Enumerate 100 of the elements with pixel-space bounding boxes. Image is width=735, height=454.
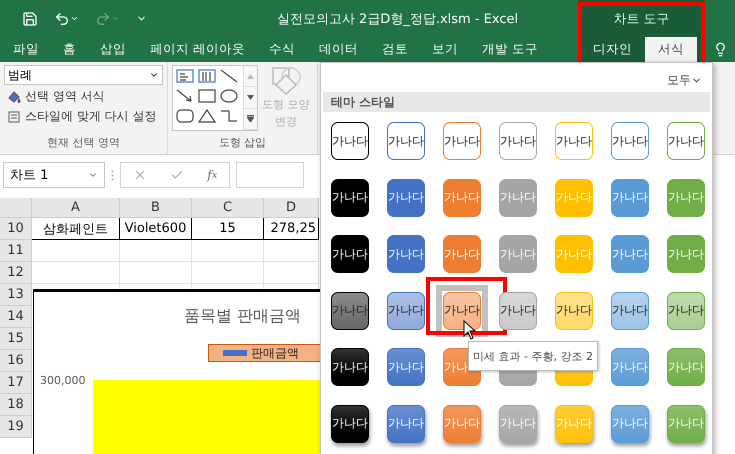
oval-icon[interactable] [219, 88, 239, 104]
style-option[interactable]: 가나다 [492, 284, 544, 336]
ribbon-tab[interactable]: 수식 [258, 37, 306, 62]
shape-style-swatch: 가나다 [499, 404, 537, 442]
column-header[interactable]: D [264, 198, 319, 218]
ribbon-tab[interactable]: 서식 [645, 37, 697, 62]
group-label: 도형 삽입 [218, 135, 266, 151]
up-arrow-icon [247, 74, 254, 79]
rounded-rectangle-icon[interactable] [175, 108, 195, 124]
ribbon-tab[interactable]: 디자인 [580, 37, 645, 62]
shape-style-swatch: 가나다 [387, 348, 425, 386]
row-header[interactable]: 19 [0, 416, 32, 438]
expand-icon [247, 115, 254, 122]
ribbon-tab[interactable]: 개발 도구 [470, 37, 549, 62]
style-option[interactable]: 가나다 [380, 341, 432, 393]
style-option[interactable]: 가나다 [324, 284, 376, 336]
shape-style-swatch: 가나다 [387, 122, 425, 160]
ribbon-tab[interactable]: 페이지 레이아웃 [139, 37, 256, 62]
shape-style-swatch: 가나다 [387, 235, 425, 273]
style-option[interactable]: 가나다 [548, 115, 600, 167]
format-selection-button[interactable]: 선택 영역 서식 [4, 88, 163, 105]
drag-handle-icon[interactable] [111, 170, 114, 180]
style-option[interactable]: 가나다 [604, 115, 656, 167]
triangle-icon[interactable] [197, 108, 217, 124]
shape-style-swatch: 가나다 [555, 235, 593, 273]
table-cell: Violet600 [120, 218, 192, 240]
empty-cell [120, 240, 192, 262]
row-header[interactable]: 15 [0, 328, 32, 350]
chart-legend[interactable]: 판매금액 [208, 344, 321, 362]
scroll-down-button[interactable] [244, 87, 257, 109]
style-option[interactable]: 가나다 [660, 284, 712, 336]
down-arrow-icon [247, 94, 254, 100]
row-header[interactable]: 12 [0, 262, 32, 284]
group-label: 현재 선택 영역 [47, 135, 120, 151]
shape-style-swatch: 가나다 [443, 178, 481, 216]
style-option[interactable]: 가나다 [380, 115, 432, 167]
row-header[interactable]: 11 [0, 240, 32, 262]
style-option[interactable]: 가나다 [436, 284, 488, 336]
shape-style-swatch: 가나다 [555, 178, 593, 216]
style-option[interactable]: 가나다 [548, 284, 600, 336]
empty-cell [192, 240, 264, 262]
shape-style-swatch: 가나다 [611, 292, 649, 330]
ribbon-tab[interactable]: 삽입 [89, 37, 137, 62]
style-option[interactable]: 가나다 [324, 398, 376, 450]
style-option[interactable]: 가나다 [324, 341, 376, 393]
filter-dropdown[interactable]: 모두 [661, 71, 708, 90]
vertical-text-box-icon[interactable] [197, 68, 217, 84]
elbow-connector-icon[interactable] [219, 108, 239, 124]
chart-area[interactable]: 품목별 판매금액 판매금액 300,000 [33, 289, 320, 454]
shape-style-swatch: 가나다 [611, 178, 649, 216]
table-cell: 삼화페인트 [32, 218, 120, 240]
column-header[interactable]: C [192, 198, 264, 218]
redo-icon [95, 10, 111, 26]
shape-style-swatch: 가나다 [611, 404, 649, 442]
reset-style-button[interactable]: 스타일에 맞게 다시 설정 [4, 108, 163, 125]
ribbon-tab[interactable]: 검토 [370, 37, 419, 62]
style-option[interactable]: 가나다 [324, 228, 376, 280]
rectangle-icon[interactable] [197, 88, 217, 104]
ribbon-tab[interactable]: 파일 [2, 37, 50, 62]
style-option[interactable]: 가나다 [492, 115, 544, 167]
style-option[interactable]: 가나다 [604, 284, 656, 336]
chart-element-dropdown[interactable]: 범례 [4, 65, 163, 85]
shape-style-swatch: 가나다 [443, 292, 481, 330]
column-header[interactable]: B [120, 198, 192, 218]
style-option[interactable]: 가나다 [436, 115, 488, 167]
row-header[interactable]: 10 [0, 218, 32, 240]
row-header[interactable]: 17 [0, 372, 32, 394]
row-header[interactable]: 18 [0, 394, 32, 416]
style-option[interactable]: 가나다 [660, 115, 712, 167]
table-cell: 15 [192, 218, 264, 240]
undo-icon [54, 10, 70, 26]
style-option[interactable]: 가나다 [380, 284, 432, 336]
ribbon-tab[interactable]: 홈 [52, 37, 87, 62]
paint-bucket-icon [6, 88, 22, 104]
style-option[interactable]: 가나다 [380, 172, 432, 224]
ribbon-tab[interactable]: 데이터 [308, 37, 369, 62]
style-option[interactable]: 가나다 [380, 398, 432, 450]
shape-style-swatch: 가나다 [443, 404, 481, 442]
shape-style-swatch: 가나다 [443, 122, 481, 160]
style-option[interactable]: 가나다 [380, 228, 432, 280]
caret-icon [111, 14, 120, 23]
shape-style-swatch: 가나다 [611, 348, 649, 386]
chart-title: 품목별 판매금액 [184, 306, 302, 327]
shape-style-swatch: 가나다 [387, 178, 425, 216]
shape-style-swatch: 가나다 [331, 235, 369, 273]
line-icon[interactable] [219, 68, 239, 84]
shape-style-swatch: 가나다 [611, 235, 649, 273]
save-icon [22, 10, 38, 26]
style-option[interactable]: 가나다 [324, 172, 376, 224]
formula-input[interactable] [236, 162, 304, 188]
row-header[interactable]: 13 [0, 284, 32, 306]
row-header[interactable]: 16 [0, 350, 32, 372]
text-box-icon[interactable] [175, 68, 195, 84]
more-button[interactable] [244, 108, 257, 130]
style-option[interactable]: 가나다 [324, 115, 376, 167]
name-box[interactable]: 차트 1 [3, 162, 105, 188]
shape-style-swatch: 가나다 [555, 122, 593, 160]
ribbon-tab[interactable]: 보기 [420, 37, 469, 62]
row-header[interactable]: 14 [0, 306, 32, 328]
column-header[interactable]: A [32, 198, 120, 218]
